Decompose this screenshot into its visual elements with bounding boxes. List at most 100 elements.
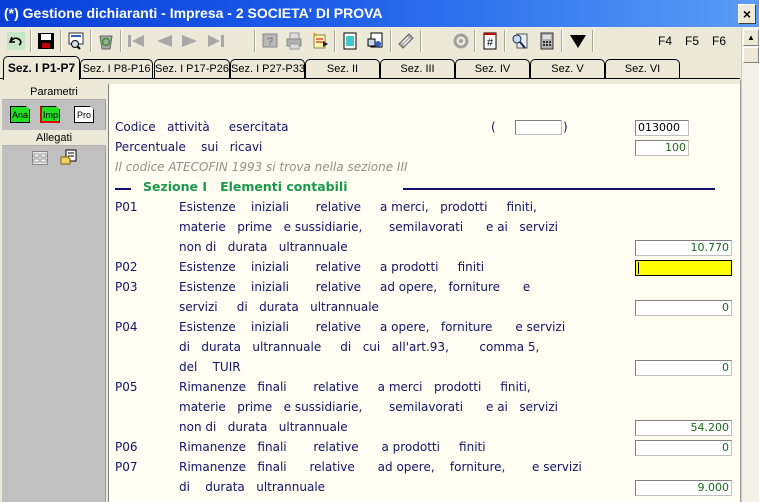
help-button[interactable]: ? [258, 29, 282, 53]
keyboard-button[interactable] [394, 29, 418, 53]
dropdown-button[interactable] [566, 29, 590, 53]
allegati-header: Allegati [2, 130, 106, 146]
tab-sez-iv[interactable]: Sez. IV [455, 59, 530, 78]
row-desc-p01-line3: non di durata ultrannuale [179, 240, 348, 254]
row-desc-p05-line2: materie prime e sussidiarie, semilavorat… [179, 400, 558, 414]
edit-document-button[interactable] [308, 29, 332, 53]
left-panel: Parametri Ana Imp Pro Allegati [2, 84, 106, 502]
field-p05[interactable]: 54.200 [635, 420, 732, 436]
f6-key[interactable]: F6 [712, 34, 726, 48]
row-desc-p02-line1: Esistenze iniziali relative a prodotti f… [179, 260, 485, 274]
recycle-button[interactable] [94, 29, 118, 53]
paren-close: ) [563, 120, 568, 134]
tab-sez-v[interactable]: Sez. V [530, 59, 605, 78]
save-button[interactable] [34, 29, 58, 53]
row-code-p06: P06 [115, 440, 138, 454]
row-code-p07: P07 [115, 460, 138, 474]
tab-sez-i-p1-p7[interactable]: Sez. I P1-P7 [3, 56, 80, 80]
tab-sez-iii[interactable]: Sez. III [380, 59, 455, 78]
toolbar-separator [474, 30, 476, 52]
hash-document-icon: # [483, 32, 497, 50]
tab-sez-vi[interactable]: Sez. VI [605, 59, 680, 78]
toolbar-separator [60, 30, 62, 52]
field-p01[interactable]: 10.770 [635, 240, 732, 256]
refresh-icon [453, 33, 469, 49]
scroll-up-button[interactable]: ▲ [743, 29, 759, 46]
notepad-button[interactable] [338, 29, 362, 53]
f5-key[interactable]: F5 [685, 34, 699, 48]
first-record-button[interactable] [124, 29, 148, 53]
toolbar-separator [120, 30, 122, 52]
window-title: (*) Gestione dichiaranti - Impresa - 2 S… [4, 5, 383, 21]
toolbar-separator [592, 30, 594, 52]
row-desc-p01-line1: Esistenze iniziali relative a merci, pro… [179, 200, 537, 214]
app-window: (*) Gestione dichiaranti - Impresa - 2 S… [0, 0, 759, 502]
f4-key[interactable]: F4 [658, 34, 672, 48]
tab-sez-i-p27-p33[interactable]: Sez. I P27-P33 [230, 59, 305, 78]
previous-record-button[interactable] [152, 29, 176, 53]
keyboard-icon [398, 33, 414, 49]
row-code-p03: P03 [115, 280, 138, 294]
calculator-button[interactable] [535, 29, 559, 53]
last-record-icon [208, 35, 224, 47]
tab-sez-i-p17-p26[interactable]: Sez. I P17-P26 [154, 59, 230, 78]
field-p07[interactable]: 9.000 [635, 480, 732, 496]
notepad-icon [343, 32, 357, 50]
calculator-icon [540, 32, 554, 50]
printer-icon [286, 32, 302, 50]
section-rule-right [403, 188, 715, 190]
toolbar-separator [561, 30, 563, 52]
row-desc-p04-line3: del TUIR [179, 360, 241, 374]
hash-document-button[interactable]: # [478, 29, 502, 53]
codice-attivita-field[interactable]: 013000 [635, 120, 689, 136]
form-icon[interactable] [32, 151, 48, 165]
imp-icon[interactable]: Imp [40, 106, 60, 123]
scroll-thumb[interactable] [743, 47, 759, 63]
search-screen-icon [68, 32, 84, 50]
allegati-icons [2, 146, 105, 172]
vertical-scrollbar[interactable]: ▲ [741, 27, 759, 502]
ana-icon[interactable]: Ana [10, 106, 30, 123]
first-record-icon [128, 35, 144, 47]
atecofin-note: Il codice ATECOFIN 1993 si trova nella s… [115, 160, 408, 174]
field-p02[interactable] [635, 260, 732, 276]
toolbar-separator [90, 30, 92, 52]
refresh-button[interactable] [449, 29, 473, 53]
recycle-bin-icon [99, 35, 113, 50]
svg-text:?: ? [267, 36, 273, 48]
search-button[interactable] [64, 29, 88, 53]
pro-icon[interactable]: Pro [74, 106, 94, 123]
notes-user-button[interactable] [364, 29, 388, 53]
title-bar: (*) Gestione dichiaranti - Impresa - 2 S… [0, 0, 759, 27]
row-desc-p04-line1: Esistenze iniziali relative a opere, for… [179, 320, 566, 334]
percentuale-ricavi-field[interactable]: 100 [635, 140, 689, 156]
undo-button[interactable] [4, 29, 28, 53]
tab-sez-ii[interactable]: Sez. II [305, 59, 380, 78]
row-desc-p07-line2: di durata ultrannuale [179, 480, 326, 494]
text-caret [638, 262, 639, 274]
codice-secondary-field[interactable] [515, 120, 562, 135]
field-p03[interactable]: 0 [635, 300, 732, 316]
next-record-icon [182, 35, 197, 47]
section-title: Sezione I Elementi contabili [143, 179, 348, 194]
tab-sez-i-p8-p16[interactable]: Sez. I P8-P16 [80, 59, 153, 78]
row-code-p02: P02 [115, 260, 138, 274]
magnify-document-button[interactable] [508, 29, 532, 53]
magnify-document-icon [512, 33, 528, 49]
last-record-button[interactable] [204, 29, 228, 53]
codice-attivita-label: Codice attività esercitata [115, 120, 289, 134]
parametri-icons: Ana Imp Pro [2, 100, 105, 130]
field-p06[interactable]: 0 [635, 440, 732, 456]
floppy-disk-icon [38, 33, 54, 49]
previous-record-icon [157, 35, 172, 47]
field-p04[interactable]: 0 [635, 360, 732, 376]
toolbar-separator [254, 30, 256, 52]
row-desc-p06-line1: Rimanenze finali relative a prodotti fin… [179, 440, 486, 454]
row-desc-p05-line3: non di durata ultrannuale [179, 420, 348, 434]
row-code-p01: P01 [115, 200, 138, 214]
print-button[interactable] [282, 29, 306, 53]
section-tabs: Sez. I P1-P7 Sez. I P8-P16 Sez. I P17-P2… [0, 56, 740, 80]
next-record-button[interactable] [178, 29, 202, 53]
close-button[interactable]: × [738, 4, 756, 24]
folder-document-icon[interactable] [60, 149, 78, 165]
